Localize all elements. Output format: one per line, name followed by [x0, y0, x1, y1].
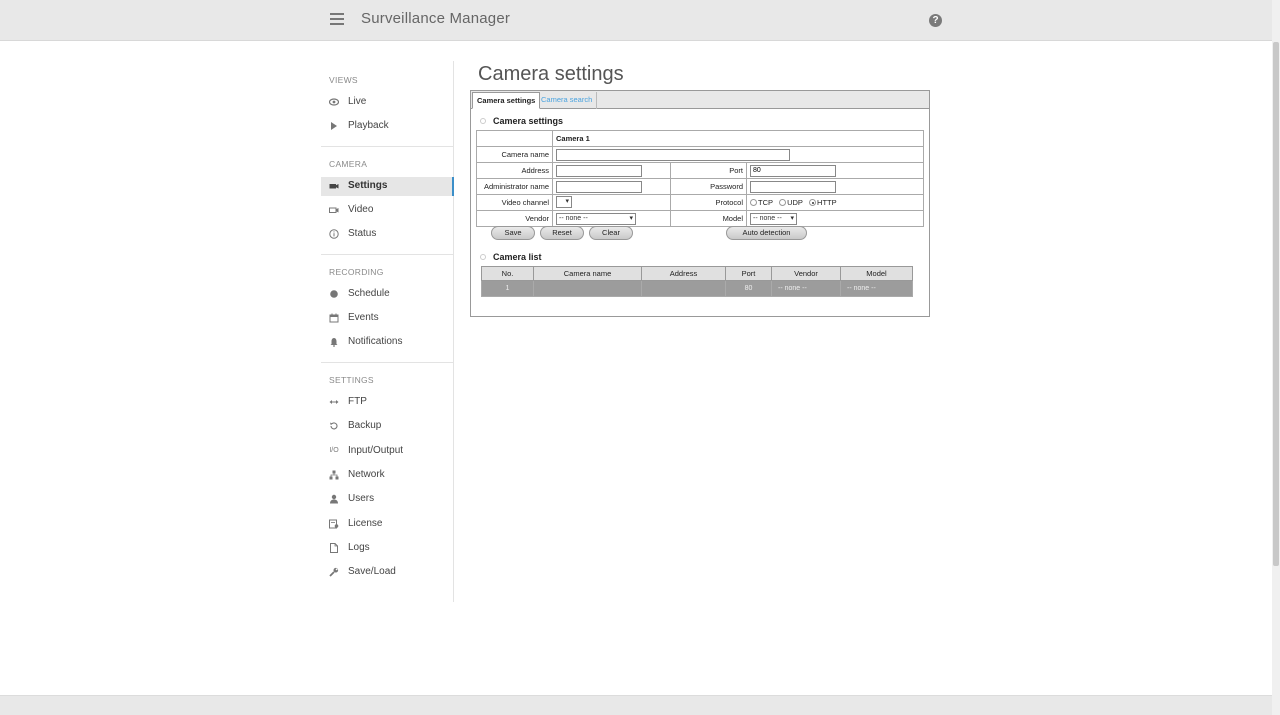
clear-button[interactable]: Clear [589, 226, 633, 240]
table-cell: -- none -- [771, 280, 841, 297]
table-cell: -- none -- [840, 280, 913, 297]
sidebar-item-input-output[interactable]: I/O Input/Output [321, 442, 454, 461]
port-label: Port [670, 162, 747, 179]
record-dot-icon [329, 289, 339, 299]
tab-camera-search[interactable]: Camera search [537, 92, 598, 109]
video-icon [329, 205, 339, 215]
password-label: Password [670, 178, 747, 195]
license-icon [329, 519, 339, 529]
protocol-radio-http[interactable] [809, 199, 817, 207]
section-camera: CAMERA [329, 159, 368, 169]
sidebar-item-network[interactable]: Network [321, 466, 454, 485]
sidebar-item-users[interactable]: Users [321, 490, 454, 509]
eye-icon [328, 97, 340, 107]
sidebar-item-playback[interactable]: Playback [321, 117, 454, 136]
vendor-select[interactable]: -- none -- ▾ [556, 212, 636, 225]
sidebar-item-ftp[interactable]: FTP [321, 393, 454, 412]
protocol-radio-tcp[interactable] [750, 199, 757, 207]
settings-heading: Camera settings [493, 116, 564, 126]
app-title: Surveillance Manager [361, 10, 511, 27]
bell-icon [329, 337, 339, 347]
transfer-icon [329, 397, 339, 407]
sidebar-item-backup[interactable]: Backup [321, 417, 454, 436]
table-cell [533, 280, 642, 297]
camera-column-header: Camera 1 [552, 130, 924, 147]
column-header: No. [481, 266, 534, 281]
vertical-scrollbar[interactable] [1272, 0, 1280, 715]
sidebar: VIEWS Live Playback CAMERA Settings Vide… [321, 61, 454, 602]
help-icon[interactable]: ? [929, 14, 942, 27]
chevron-down-icon: ▾ [565, 197, 569, 205]
protocol-radio-udp[interactable] [779, 199, 787, 207]
camera-name-label: Camera name [476, 146, 553, 163]
camera-settings-table: Camera 1 Camera name Address Port Admini… [476, 130, 924, 227]
chevron-down-icon: ▾ [629, 214, 633, 222]
column-header: Port [725, 266, 772, 281]
model-label: Model [670, 210, 747, 227]
port-input[interactable] [750, 164, 836, 177]
password-input[interactable] [750, 180, 836, 193]
chevron-down-icon: ▾ [790, 214, 794, 222]
sidebar-item-logs[interactable]: Logs [321, 539, 454, 558]
scrollbar-thumb[interactable] [1273, 42, 1279, 566]
info-icon [329, 229, 339, 239]
sidebar-item-license[interactable]: License [321, 515, 454, 534]
video-channel-label: Video channel [476, 194, 553, 211]
auto-detection-button[interactable]: Auto detection [726, 226, 807, 240]
network-icon [329, 470, 339, 480]
divider [321, 146, 454, 147]
play-icon [329, 121, 339, 131]
camera-list-table: No. Camera name Address Port Vendor Mode… [481, 266, 913, 297]
address-label: Address [476, 162, 553, 179]
model-select[interactable]: -- none -- ▾ [750, 212, 797, 225]
section-views: VIEWS [329, 75, 358, 85]
camera-name-input[interactable] [556, 148, 790, 161]
sidebar-item-status[interactable]: Status [321, 225, 454, 244]
administrator-name-label: Administrator name [476, 178, 553, 195]
sidebar-item-live[interactable]: Live [321, 93, 454, 112]
document-icon [329, 543, 339, 553]
camera-list-heading: Camera list [493, 252, 542, 262]
io-icon: I/O [329, 447, 339, 454]
sidebar-item-settings[interactable]: Settings [321, 177, 454, 196]
sidebar-item-notifications[interactable]: Notifications [321, 333, 454, 352]
wrench-icon [329, 567, 339, 577]
column-header: Camera name [533, 266, 642, 281]
column-header: Vendor [771, 266, 841, 281]
column-header: Model [840, 266, 913, 281]
divider [321, 362, 454, 363]
save-button[interactable]: Save [491, 226, 535, 240]
section-settings: SETTINGS [329, 375, 374, 385]
camera-icon [329, 181, 339, 191]
protocol-label: Protocol [670, 194, 747, 211]
top-bar: Surveillance Manager ? [0, 0, 1272, 41]
column-header: Address [641, 266, 726, 281]
section-recording: RECORDING [329, 267, 384, 277]
address-input[interactable] [556, 164, 642, 177]
calendar-icon [329, 313, 339, 323]
bottom-bar [0, 695, 1272, 715]
administrator-name-input[interactable] [556, 180, 642, 193]
table-cell: 1 [481, 280, 534, 297]
table-row[interactable]: 1 80 -- none -- -- none -- [481, 280, 913, 297]
tab-camera-settings[interactable]: Camera settings [472, 92, 541, 109]
sidebar-item-video[interactable]: Video [321, 201, 454, 220]
sidebar-item-save-load[interactable]: Save/Load [321, 563, 454, 582]
camera-settings-panel: Camera settings Camera search Camera set… [470, 90, 930, 317]
divider [321, 254, 454, 255]
menu-icon[interactable] [330, 13, 344, 27]
video-channel-select[interactable]: ▾ [556, 195, 572, 208]
sidebar-item-schedule[interactable]: Schedule [321, 285, 454, 304]
table-cell [641, 280, 726, 297]
section-bullet-icon [480, 254, 486, 260]
history-icon [329, 421, 339, 431]
vendor-label: Vendor [476, 210, 553, 227]
user-icon [329, 494, 339, 504]
tab-bar: Camera settings Camera search [471, 91, 929, 109]
section-bullet-icon [480, 118, 486, 124]
sidebar-item-events[interactable]: Events [321, 309, 454, 328]
table-cell: 80 [725, 280, 772, 297]
page-title: Camera settings [478, 63, 624, 85]
reset-button[interactable]: Reset [540, 226, 584, 240]
